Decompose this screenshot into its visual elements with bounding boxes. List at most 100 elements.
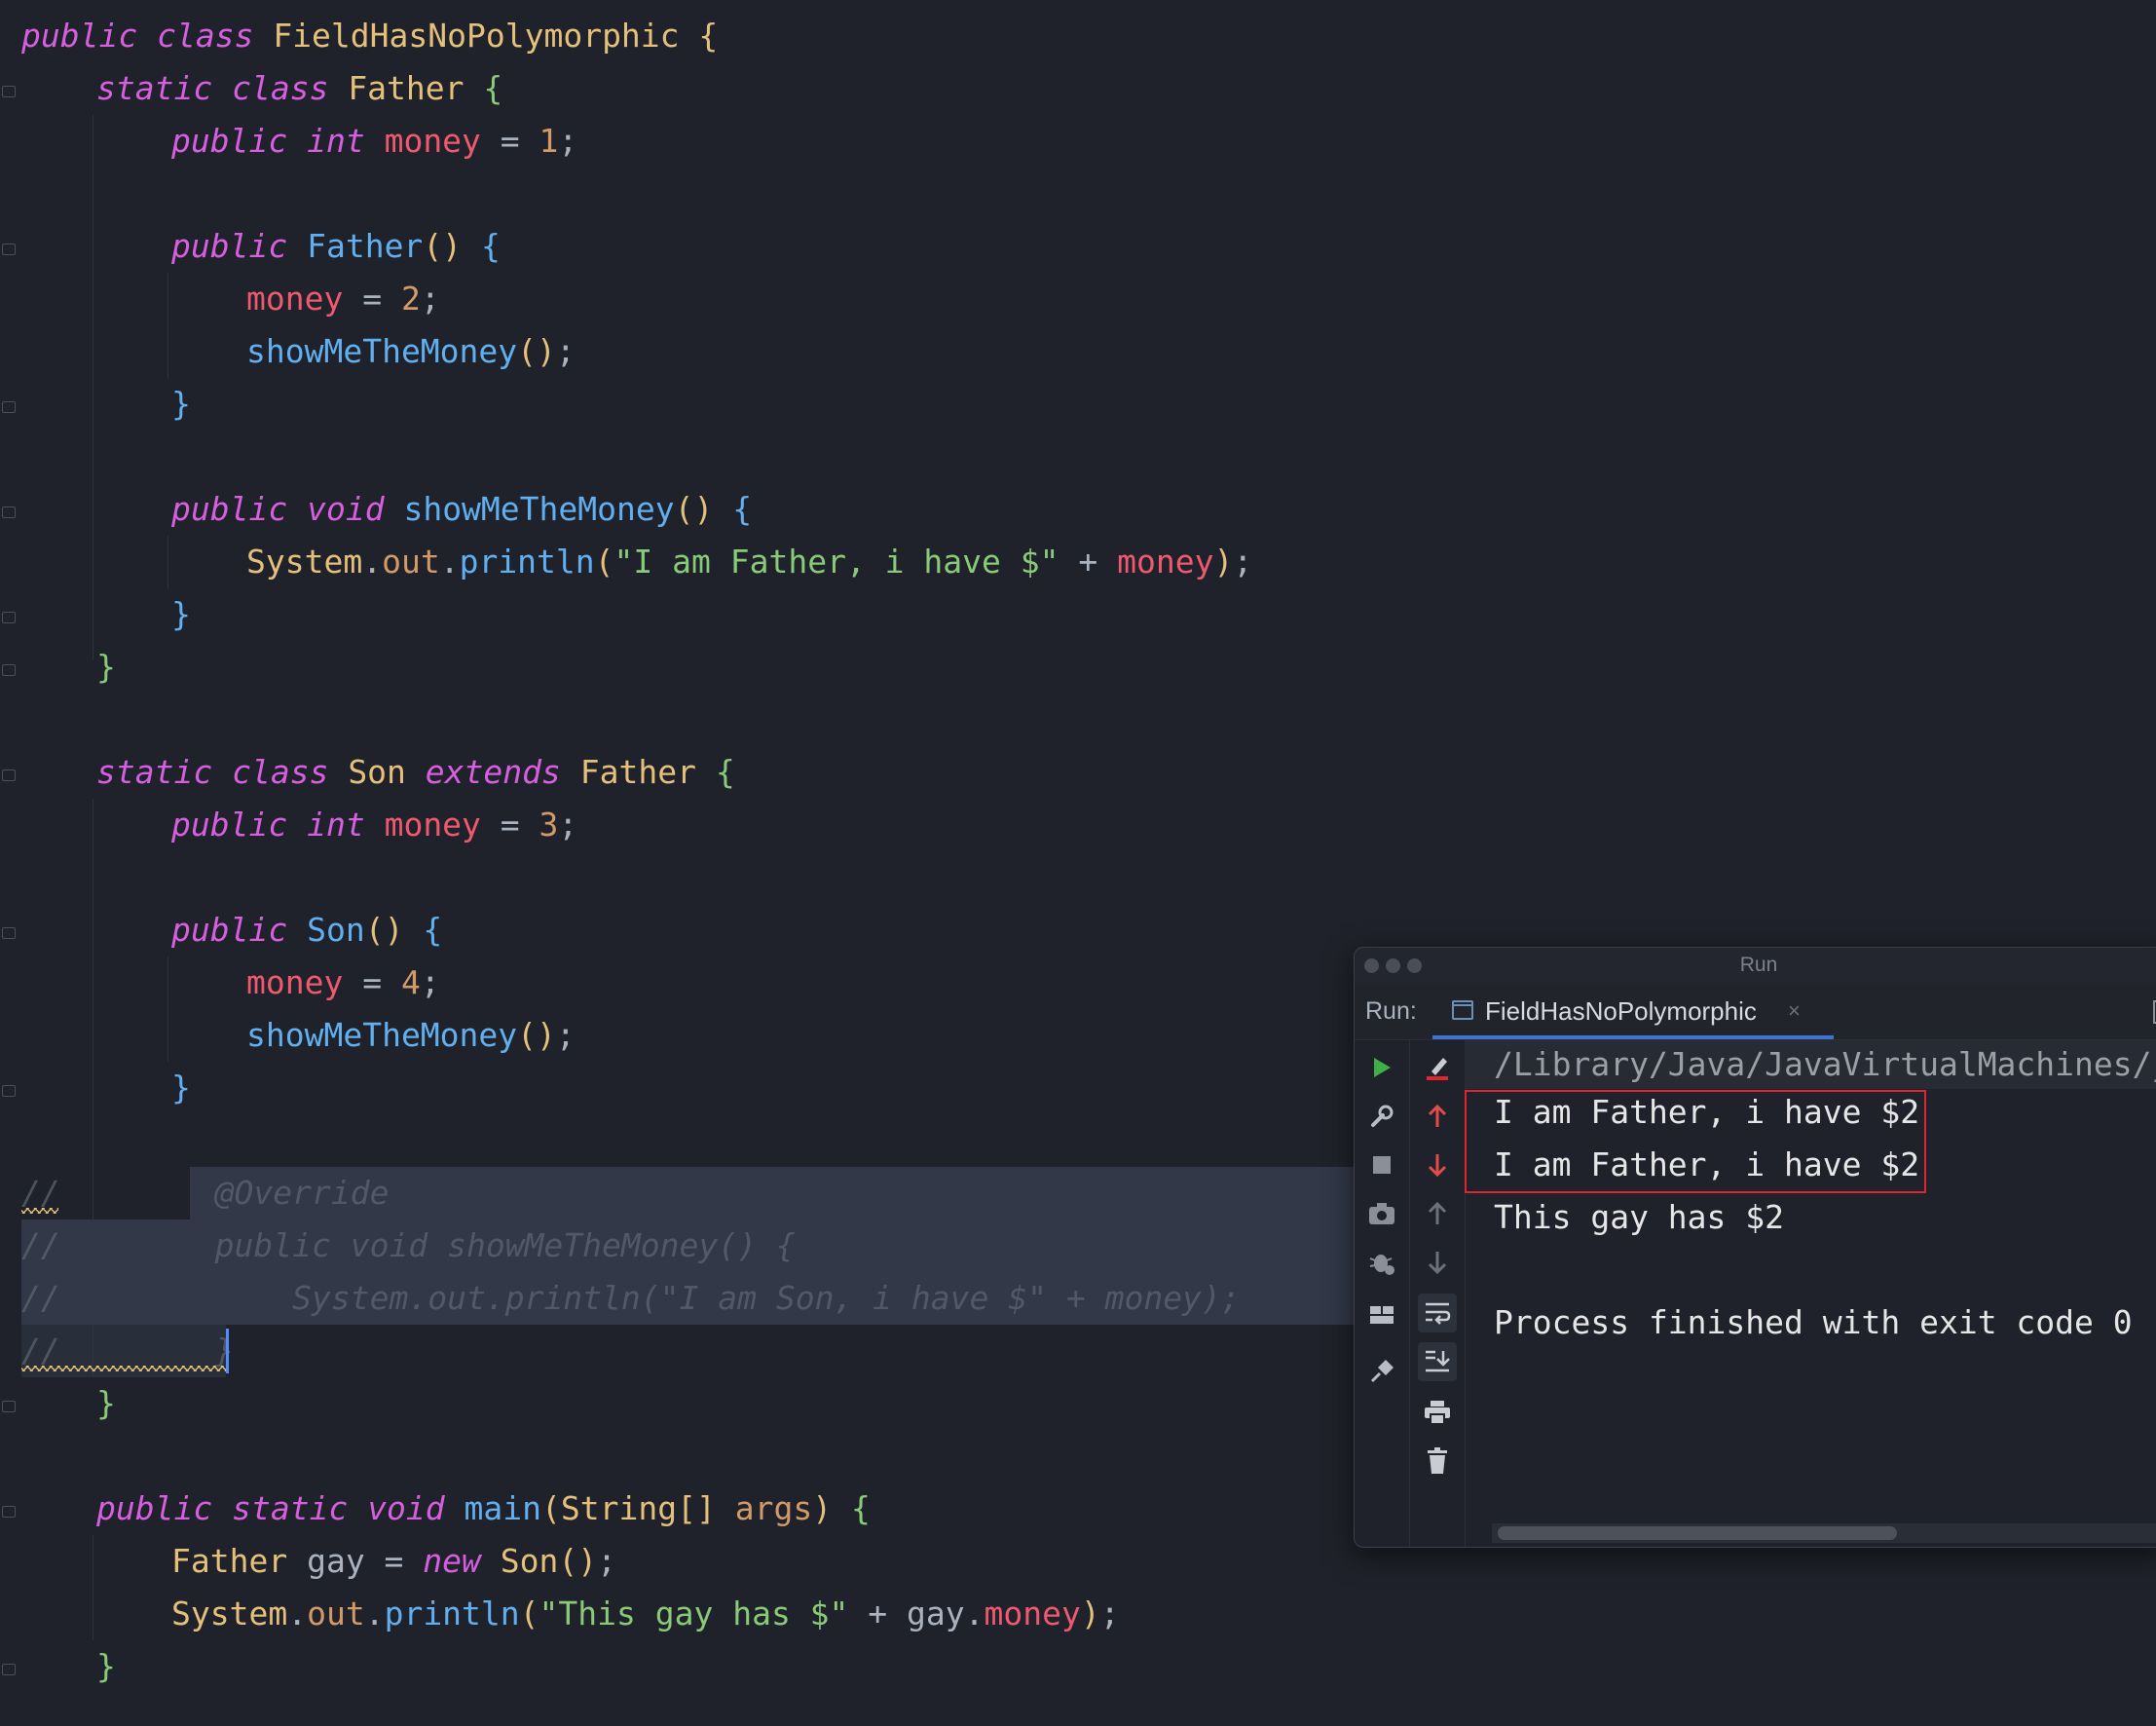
- code-line: // @Override: [21, 1167, 390, 1219]
- fold-marker[interactable]: [2, 612, 16, 623]
- code-token: ): [1080, 1595, 1100, 1632]
- code-token: + gay.: [848, 1595, 985, 1632]
- fold-marker[interactable]: [2, 244, 16, 255]
- trash-icon[interactable]: [1418, 1442, 1457, 1481]
- run-tool-window[interactable]: Run Run: FieldHasNoPolymorphic × /Librar…: [1354, 947, 2156, 1548]
- code-token: ): [1213, 543, 1234, 581]
- window-title: Run: [1739, 954, 1778, 976]
- warning-underline: [21, 1366, 226, 1371]
- code-line: money = 4;: [246, 957, 440, 1009]
- code-token: println: [384, 1595, 520, 1632]
- indent-guide: [167, 273, 168, 378]
- fold-marker[interactable]: [2, 1401, 16, 1412]
- code-token: System: [246, 543, 363, 581]
- code-token: public: [171, 490, 288, 528]
- code-token: println: [459, 543, 595, 581]
- code-token: extends: [425, 753, 561, 791]
- code-line: public Father() {: [171, 220, 501, 273]
- code-token: 2: [400, 280, 421, 318]
- code-token: showMeTheMoney: [246, 332, 518, 370]
- fold-marker[interactable]: [2, 86, 16, 97]
- code-token: public: [96, 1489, 213, 1527]
- fold-marker[interactable]: [2, 769, 16, 781]
- code-token: +: [1059, 543, 1118, 581]
- code-token: Father: [171, 1542, 288, 1580]
- code-token: Son: [348, 753, 406, 791]
- code-token: class: [232, 69, 329, 107]
- fold-marker[interactable]: [2, 1085, 16, 1097]
- fold-marker[interactable]: [2, 507, 16, 518]
- code-line: System.out.println("This gay has $" + ga…: [171, 1588, 1120, 1640]
- fold-marker[interactable]: [2, 664, 16, 676]
- code-token: .: [439, 543, 460, 581]
- horizontal-scrollbar[interactable]: [1492, 1523, 2156, 1543]
- code-token: showMeTheMoney: [403, 490, 675, 528]
- console-toolbar: [1410, 1040, 1466, 1547]
- stop-icon[interactable]: [1362, 1145, 1401, 1184]
- scrollbar-thumb[interactable]: [1498, 1526, 1897, 1540]
- fold-marker[interactable]: [2, 1664, 16, 1675]
- camera-icon[interactable]: [1362, 1194, 1401, 1233]
- code-token: static: [96, 69, 213, 107]
- code-token: FieldHasNoPolymorphic: [273, 17, 680, 55]
- console-icon: [1452, 1000, 1473, 1020]
- fold-marker[interactable]: [2, 927, 16, 939]
- code-token: money: [984, 1595, 1081, 1632]
- code-token: ;: [420, 280, 440, 318]
- code-token: Father: [579, 753, 696, 791]
- code-token: System: [171, 1595, 288, 1632]
- code-line: money = 2;: [246, 273, 440, 325]
- code-token: Father: [348, 69, 465, 107]
- code-token: money: [1117, 543, 1214, 581]
- code-token: int: [307, 806, 365, 844]
- code-token: ;: [1099, 1595, 1120, 1632]
- tab-fieldhasnopolymorphic[interactable]: FieldHasNoPolymorphic ×: [1432, 983, 1834, 1039]
- code-token: public: [171, 911, 288, 949]
- console-output[interactable]: /Library/Java/JavaVirtualMachines/jdk1.8…: [1465, 1040, 2156, 1547]
- next-occurrence-icon[interactable]: [1418, 1243, 1457, 1282]
- code-line: public void showMeTheMoney() {: [171, 483, 752, 536]
- code-token: gay =: [287, 1542, 424, 1580]
- code-token: {: [698, 17, 719, 55]
- wrench-icon[interactable]: [1362, 1097, 1401, 1136]
- clear-console-edit-icon[interactable]: [1418, 1048, 1457, 1087]
- scroll-to-end-icon[interactable]: [1418, 1342, 1457, 1381]
- code-token: // public void showMeTheMoney() {: [21, 1226, 796, 1264]
- close-tab-icon[interactable]: ×: [1788, 983, 1801, 1039]
- debug-settings-icon[interactable]: [1362, 1243, 1401, 1282]
- code-token: ;: [558, 806, 578, 844]
- code-line: }: [171, 378, 191, 431]
- print-icon[interactable]: [1418, 1393, 1457, 1432]
- code-token: main: [464, 1489, 542, 1527]
- down-arrow-icon[interactable]: [1418, 1145, 1457, 1184]
- code-token: // @Override: [21, 1174, 390, 1212]
- code-line: }: [96, 641, 116, 694]
- pin-icon[interactable]: [1362, 1352, 1401, 1391]
- previous-occurrence-icon[interactable]: [1418, 1194, 1457, 1233]
- soft-wrap-icon[interactable]: [1418, 1294, 1457, 1332]
- code-token: {: [850, 1489, 871, 1527]
- run-toolbar: [1355, 1040, 1410, 1547]
- fold-marker[interactable]: [2, 1506, 16, 1518]
- restore-layout-icon[interactable]: [1362, 1295, 1401, 1334]
- fold-marker[interactable]: [2, 401, 16, 413]
- console-line: Process finished with exit code 0: [1494, 1303, 2133, 1341]
- up-arrow-icon[interactable]: [1418, 1097, 1457, 1136]
- code-token: out: [382, 543, 440, 581]
- code-line: }: [171, 588, 191, 641]
- code-token: out: [307, 1595, 365, 1632]
- indent-guide: [167, 536, 168, 588]
- console-line: This gay has $2: [1494, 1198, 1785, 1236]
- run-label: Run:: [1365, 997, 1417, 1025]
- rerun-icon[interactable]: [1362, 1048, 1401, 1087]
- indent-guide: [167, 957, 168, 1062]
